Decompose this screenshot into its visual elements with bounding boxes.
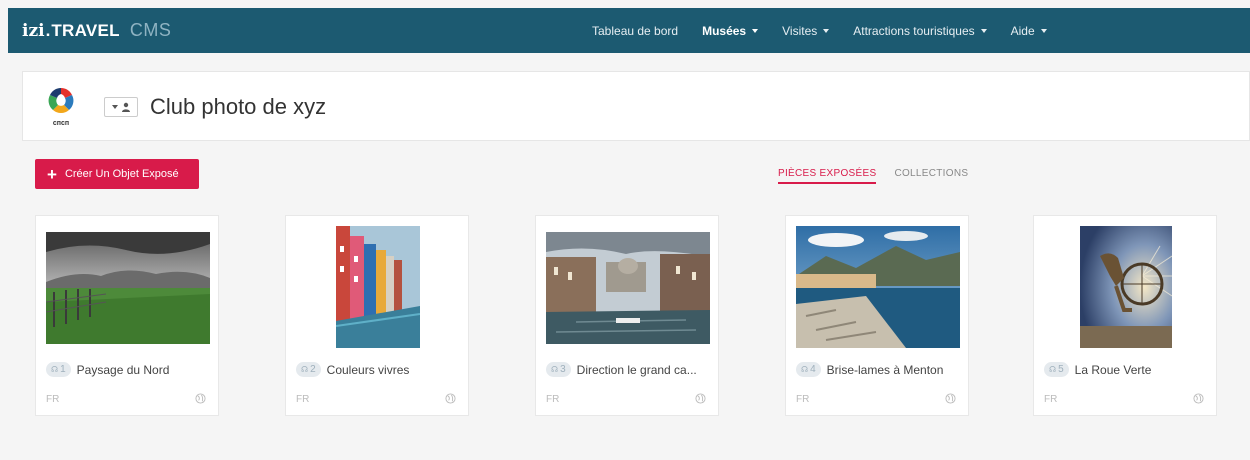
museum-header: спсп Club photo de xyz	[22, 71, 1250, 141]
caret-down-icon	[111, 105, 118, 109]
caret-down-icon	[1040, 28, 1047, 33]
globe-icon	[445, 393, 456, 404]
exhibit-meta: ☊ 3 Direction le grand ca...	[546, 362, 710, 377]
create-exhibit-label: Créer Un Objet Exposé	[64, 168, 179, 180]
create-exhibit-button[interactable]: + Créer Un Objet Exposé	[35, 159, 199, 189]
exhibit-number: 5	[1058, 364, 1064, 375]
exhibit-language: FR	[46, 394, 60, 405]
exhibit-number: 4	[810, 364, 816, 375]
headphones-icon: ☊	[1049, 365, 1057, 374]
headphones-icon: ☊	[301, 365, 309, 374]
caret-down-icon	[980, 28, 987, 33]
exhibit-meta: ☊ 4 Brise-lames à Menton	[796, 362, 960, 377]
exhibit-meta: ☊ 1 Paysage du Nord	[46, 362, 210, 377]
exhibit-number: 2	[310, 364, 316, 375]
exhibit-title: La Roue Verte	[1074, 362, 1152, 377]
exhibit-number-badge: ☊ 3	[546, 362, 571, 377]
nav-visites[interactable]: Visites	[770, 8, 841, 53]
top-navbar: izi . TRAVEL CMS Tableau de bord Musées …	[8, 8, 1250, 53]
view-tabs: PIÈCES EXPOSÉES COLLECTIONS	[778, 168, 986, 184]
brand-cms: CMS	[129, 20, 172, 40]
exhibit-number: 3	[560, 364, 566, 375]
exhibit-title: Paysage du Nord	[76, 362, 170, 377]
brand-travel: TRAVEL	[51, 21, 120, 40]
museum-logo: спсп	[45, 84, 77, 130]
globe-icon	[1193, 393, 1204, 404]
owner-select[interactable]	[104, 97, 138, 117]
caret-down-icon	[823, 28, 830, 33]
exhibit-card[interactable]: ☊ 2 Couleurs vivres FR	[285, 215, 469, 416]
globe-icon	[945, 393, 956, 404]
museum-logo-text: спсп	[52, 120, 70, 127]
main-nav: Tableau de bord Musées Visites Attractio…	[580, 8, 1059, 53]
exhibit-number: 1	[60, 364, 66, 375]
exhibit-meta: ☊ 2 Couleurs vivres	[296, 362, 460, 377]
izi-travel-logo[interactable]: izi . TRAVEL CMS	[22, 20, 171, 42]
brand-dot: .	[45, 21, 51, 40]
exhibit-image-breakwater	[796, 226, 960, 348]
exhibit-card[interactable]: ☊ 4 Brise-lames à Menton FR	[785, 215, 969, 416]
exhibit-image-grand-canal	[546, 232, 710, 344]
exhibit-language: FR	[796, 394, 810, 405]
page-title: Club photo de xyz	[150, 94, 327, 119]
exhibit-image-cyclist-statue	[1080, 226, 1172, 348]
exhibit-number-badge: ☊ 5	[1044, 362, 1069, 377]
globe-icon	[695, 393, 706, 404]
exhibit-title: Direction le grand ca...	[576, 362, 697, 377]
user-icon	[121, 102, 130, 112]
globe-icon	[195, 393, 206, 404]
nav-label: Musées	[702, 23, 747, 38]
exhibit-title: Couleurs vivres	[326, 362, 410, 377]
tab-exhibits[interactable]: PIÈCES EXPOSÉES	[778, 168, 877, 184]
exhibit-language: FR	[1044, 394, 1058, 405]
tab-collections[interactable]: COLLECTIONS	[894, 168, 968, 184]
nav-musees[interactable]: Musées	[690, 8, 770, 53]
exhibit-card[interactable]: ☊ 1 Paysage du Nord FR	[35, 215, 219, 416]
headphones-icon: ☊	[801, 365, 809, 374]
brand-izi: izi	[22, 21, 45, 41]
headphones-icon: ☊	[551, 365, 559, 374]
exhibit-meta: ☊ 5 La Roue Verte	[1044, 362, 1208, 377]
exhibit-image-canal-houses	[336, 226, 420, 348]
nav-aide[interactable]: Aide	[999, 8, 1059, 53]
exhibit-number-badge: ☊ 2	[296, 362, 321, 377]
caret-down-icon	[752, 28, 759, 33]
headphones-icon: ☊	[51, 365, 59, 374]
exhibit-card[interactable]: ☊ 3 Direction le grand ca... FR	[535, 215, 719, 416]
nav-tableau-de-bord[interactable]: Tableau de bord	[580, 8, 690, 53]
exhibit-title: Brise-lames à Menton	[826, 362, 944, 377]
exhibit-language: FR	[546, 394, 560, 405]
nav-label: Tableau de bord	[592, 23, 679, 38]
exhibit-language: FR	[296, 394, 310, 405]
museum-logo-icon	[48, 87, 74, 114]
plus-icon: +	[47, 164, 57, 184]
nav-label: Aide	[1010, 23, 1035, 38]
exhibit-number-badge: ☊ 4	[796, 362, 821, 377]
nav-label: Visites	[782, 23, 818, 38]
exhibit-number-badge: ☊ 1	[46, 362, 71, 377]
exhibit-image-landscape	[46, 232, 210, 344]
nav-attractions[interactable]: Attractions touristiques	[841, 8, 998, 53]
exhibit-card[interactable]: ☊ 5 La Roue Verte FR	[1033, 215, 1217, 416]
nav-label: Attractions touristiques	[853, 23, 975, 38]
